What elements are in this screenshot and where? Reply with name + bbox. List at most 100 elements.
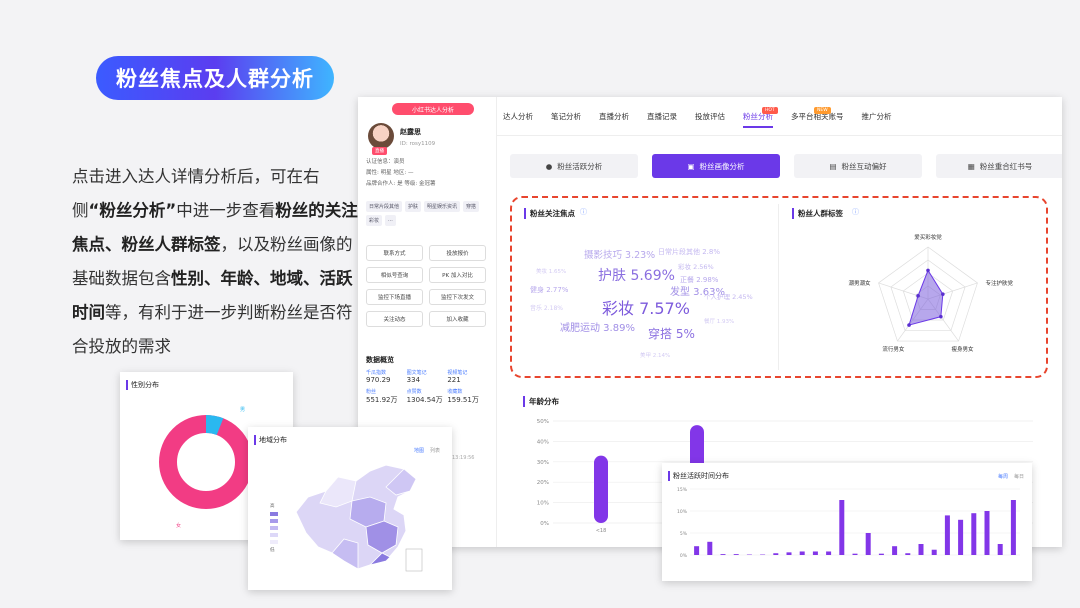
radar-point (916, 293, 920, 298)
subtab-label: 粉丝画像分析 (699, 161, 745, 171)
subtab-fan-overlap[interactable]: ▦ 粉丝重合红书号 (936, 154, 1062, 178)
profile-name: 赵露思 (400, 128, 421, 136)
stats-title: 数据概览 (366, 356, 394, 364)
legend-high: 高 (270, 504, 275, 509)
active-ytick: 5% (680, 531, 688, 537)
tab-live-record[interactable]: 直播记录 (647, 111, 677, 128)
gender-donut (159, 415, 253, 509)
active-bar (812, 551, 818, 555)
active-bar (773, 553, 779, 555)
profile-tags: 日常片段其他 护肤 明星娱乐资讯 穿搭 彩妆 ... (366, 201, 486, 226)
region-card: 地域分布 地图 列表 高 低 (248, 427, 452, 590)
active-bar (892, 546, 898, 555)
radar-point (926, 268, 930, 273)
tab-influencer[interactable]: 达人分析 (503, 111, 533, 128)
radar-point (939, 314, 943, 319)
crowd-radar-chart: 爱买彩妆党专注护肤党瘦身男女 流行男女 潮男潮女 (849, 233, 1014, 353)
tab-promotion[interactable]: 推广分析 (862, 111, 892, 128)
age-xtick: <18 (596, 528, 607, 534)
radar-label: 专注护肤党 (985, 279, 1013, 287)
subtab-label: 粉丝活跃分析 (557, 161, 603, 171)
active-bar (852, 553, 858, 555)
female-label: 女 (176, 523, 182, 529)
daily-link[interactable]: 每日 (1014, 473, 1024, 480)
profile-info-line: 品牌合作人: 是 等级: 金冠薯 (366, 181, 436, 187)
map-link[interactable]: 地图 (414, 447, 424, 454)
focus-word: 护肤 5.69% (598, 268, 675, 284)
stat-label: 图文笔记 (406, 370, 427, 376)
contact-button[interactable]: 联系方式 (366, 245, 423, 261)
stat-value: 334 (406, 376, 421, 384)
focus-word: 个人护理 2.45% (704, 293, 753, 301)
profile-icon: ▣ (687, 161, 695, 171)
stat-value: 221 (447, 376, 461, 384)
desc-segment: 中进一步查看 (176, 201, 276, 220)
gender-title: 性别分布 (126, 380, 159, 390)
favorite-button[interactable]: 加入收藏 (429, 311, 486, 327)
age-bar (594, 455, 608, 523)
legend-swatch (270, 540, 278, 544)
subtab-fan-activity[interactable]: ● 粉丝活跃分析 (510, 154, 638, 178)
subtab-label: 粉丝重合红书号 (979, 161, 1033, 171)
weekly-link[interactable]: 每周 (998, 473, 1008, 480)
stat-label: 点赞数 (406, 389, 422, 395)
monitor-live-button[interactable]: 监控下场直播 (366, 289, 423, 305)
slide-title: 粉丝焦点及人群分析 (96, 56, 334, 100)
stat-label: 收藏数 (447, 389, 463, 395)
active-bar (958, 519, 964, 555)
stat-value: 970.29 (366, 376, 391, 384)
stat-value: 159.51万 (447, 396, 479, 404)
quote-button[interactable]: 投放报价 (429, 245, 486, 261)
users-icon: ● (545, 161, 553, 171)
region-legend: 高 低 (270, 503, 278, 553)
compare-button[interactable]: PK 加入对比 (429, 267, 486, 283)
focus-word: 美甲 2.14% (640, 353, 671, 359)
profile-tag: 明星娱乐资讯 (424, 201, 461, 212)
similar-search-button[interactable]: 相似号查询 (366, 267, 423, 283)
legend-swatch (270, 533, 278, 537)
donut-female (159, 415, 253, 509)
section-divider (778, 204, 779, 370)
focus-word: 穿搭 5% (648, 327, 695, 341)
profile-banner: 小红书达人分析 (392, 103, 474, 115)
monitor-post-button[interactable]: 监控下次发文 (429, 289, 486, 305)
radar-label: 爱买彩妆党 (914, 233, 942, 241)
stat-value: 1304.54万 (406, 396, 443, 404)
radar-label: 流行男女 (882, 345, 905, 353)
tab-notes[interactable]: 笔记分析 (551, 111, 581, 128)
crowd-title: 粉丝人群标签 (792, 208, 843, 219)
active-ytick: 10% (677, 509, 688, 515)
tab-ad-eval[interactable]: 投放评估 (695, 111, 725, 128)
active-ytick: 0% (680, 553, 688, 559)
stat-label: 视频笔记 (447, 370, 468, 376)
panel-divider (496, 97, 497, 547)
slide-description: 点击进入达人详情分析后，可在右侧“粉丝分析”中进一步查看粉丝的关注焦点、粉丝人群… (72, 160, 362, 364)
desc-segment: 等，有利于进一步判断粉丝是否符合投放的需求 (72, 303, 353, 356)
profile-tag: 日常片段其他 (366, 201, 403, 212)
active-bar (931, 549, 937, 555)
help-icon: ⓘ (580, 208, 587, 216)
legend-swatch (270, 512, 278, 516)
list-link[interactable]: 列表 (430, 447, 440, 454)
help-icon: ⓘ (852, 208, 859, 216)
tab-live[interactable]: 直播分析 (599, 111, 629, 128)
legend-low: 低 (270, 548, 275, 553)
radar-label: 瘦身男女 (952, 345, 975, 353)
chart-icon: ▤ (829, 161, 837, 171)
radar-label: 潮男潮女 (849, 279, 872, 287)
age-ytick: 40% (537, 439, 549, 445)
follow-button[interactable]: 关注动态 (366, 311, 423, 327)
focus-title: 粉丝关注焦点 (524, 208, 575, 219)
profile-tag-more[interactable]: ... (385, 215, 396, 226)
subtab-fan-portrait[interactable]: ▣ 粉丝画像分析 (652, 154, 780, 178)
age-ytick: 20% (537, 480, 549, 486)
focus-word: 美妆 1.65% (536, 269, 567, 275)
profile-tag: 护肤 (405, 201, 422, 212)
active-bar (944, 515, 950, 555)
active-bar (878, 553, 884, 555)
subtab-fan-interaction[interactable]: ▤ 粉丝互动偏好 (794, 154, 922, 178)
active-bar (826, 551, 832, 555)
active-bar (799, 551, 805, 555)
focus-word: 减肥运动 3.89% (560, 323, 635, 334)
stat-label: 粉丝 (366, 389, 377, 395)
